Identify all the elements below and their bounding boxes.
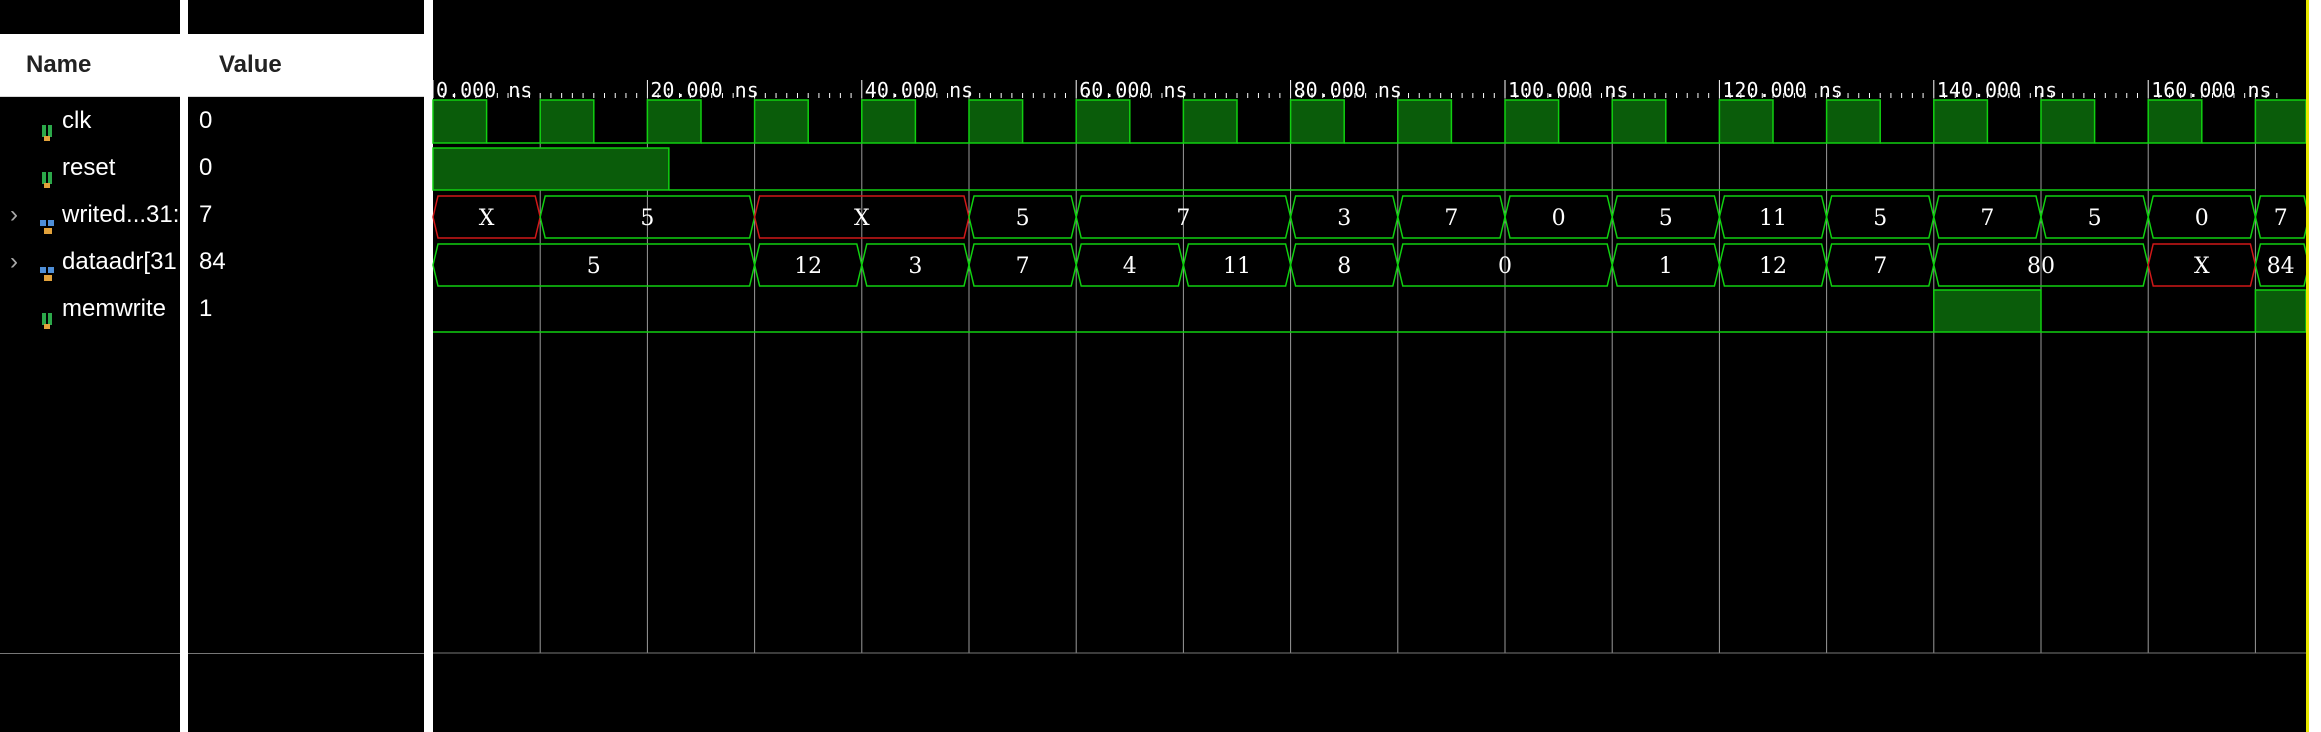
signal-value[interactable]: 7 [199,191,212,238]
signal-name: dataadr[31 [62,248,177,275]
writedata-value-label: 7 [2274,206,2288,231]
signal-name-row[interactable]: memwrite [38,285,178,332]
clk-high-segment [2254,99,2306,144]
writedata-value-label: 7 [1444,206,1458,231]
name-bottom-divider [0,653,180,654]
memwrite-high-segment [1933,289,2042,333]
clk-high-segment [753,99,809,144]
dataadr-value-label: 12 [1759,254,1787,279]
writedata-value-label: 5 [1016,206,1030,231]
clk-high-segment [432,99,488,144]
writedata-value-label: 0 [1552,206,1566,231]
name-header-label: Name [26,51,92,78]
signal-name: writed...31: [62,201,178,228]
vertical-scrollbar[interactable] [2309,0,2321,732]
time-label: 100.000 ns [1508,78,1628,102]
clk-high-segment [1718,99,1774,144]
signal-value[interactable]: 84 [199,238,226,285]
writedata-value-label: X [479,206,495,231]
clk-high-segment [2040,99,2096,144]
writedata-value-label: 11 [1759,206,1787,231]
column-splitter[interactable] [180,0,188,732]
clk-high-segment [1825,99,1881,144]
panel-splitter[interactable] [424,0,432,732]
bus-signal-icon [38,253,58,281]
dataadr-value-label: 1 [1659,254,1673,279]
time-label: 80.000 ns [1294,78,1402,102]
clk-high-segment [2147,99,2203,144]
time-label: 40.000 ns [865,78,973,102]
dataadr-value-label: 5 [587,254,601,279]
writedata-value-label: 5 [2088,206,2102,231]
dataadr-value-label: 80 [2027,254,2055,279]
reset-high-segment [432,147,670,191]
time-label: 120.000 ns [1722,78,1842,102]
signal-name-row[interactable]: writed...31: [38,191,178,238]
dataadr-value-label: 4 [1123,254,1137,279]
waveform-canvas[interactable]: 0.000 ns 20.000 ns 40.000 ns 60.000 ns 80.00… [432,0,2306,732]
clk-high-segment [1289,99,1345,144]
time-label: 60.000 ns [1079,78,1187,102]
clk-high-segment [539,99,595,144]
dataadr-value-label: X [2194,254,2210,279]
signal-name: clk [62,107,92,134]
signal-value[interactable]: 1 [199,285,212,332]
writedata-value-label: 7 [1980,206,1994,231]
dataadr-value-label: 11 [1223,254,1251,279]
writedata-value-label: 0 [2195,206,2209,231]
dataadr-value-label: 0 [1498,254,1512,279]
dataadr-value-label: 3 [908,254,922,279]
value-bottom-divider [188,653,424,654]
clk-high-segment [861,99,917,144]
signal-name: reset [62,154,116,181]
writedata-value-label: 5 [1873,206,1887,231]
clk-high-segment [968,99,1024,144]
signal-name-row[interactable]: reset [38,144,178,191]
signal-value[interactable]: 0 [199,144,212,191]
bit-signal-icon [38,159,58,188]
dataadr-value-label: 8 [1337,254,1351,279]
writedata-value-label: 7 [1176,206,1190,231]
dataadr-value-label: 7 [1016,254,1030,279]
expand-chevron-icon[interactable]: › [10,191,18,238]
value-column [188,0,424,732]
clk-high-segment [1075,99,1131,144]
clk-high-segment [1611,99,1667,144]
value-header-label: Value [219,51,282,78]
clk-high-segment [646,99,702,144]
clk-high-segment [1504,99,1560,144]
signal-name: memwrite [62,295,167,322]
signal-name-row[interactable]: clk [38,97,178,144]
writedata-value-label: 3 [1337,206,1351,231]
memwrite-high-segment [2254,289,2306,333]
bit-signal-icon [38,300,58,329]
time-label: 160.000 ns [2151,78,2271,102]
writedata-value-label: 5 [1659,206,1673,231]
waveform-view[interactable]: 0.000 ns 20.000 ns 40.000 ns 60.000 ns 80.00… [432,0,2306,732]
dataadr-value-label: 12 [794,254,822,279]
time-label: 140.000 ns [1937,78,2057,102]
bit-signal-icon [38,112,58,141]
clk-high-segment [1182,99,1238,144]
time-label: 20.000 ns [650,78,758,102]
writedata-value-label: X [854,206,870,231]
signal-value[interactable]: 0 [199,97,212,144]
writedata-value-label: 5 [640,206,654,231]
clk-high-segment [1397,99,1453,144]
dataadr-value-label: 84 [2267,254,2295,279]
clk-high-segment [1933,99,1989,144]
expand-chevron-icon[interactable]: › [10,238,18,285]
signal-name-row[interactable]: dataadr[31 [38,238,178,285]
dataadr-value-label: 7 [1873,254,1887,279]
time-label: 0.000 ns [436,78,532,102]
bus-signal-icon [38,206,58,234]
